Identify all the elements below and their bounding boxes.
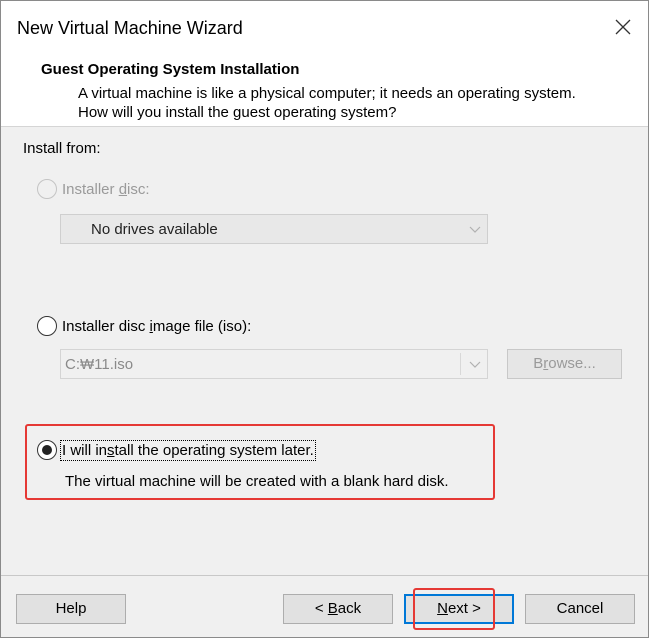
installer-disc-radio[interactable] bbox=[37, 179, 57, 199]
title-bar: New Virtual Machine Wizard bbox=[1, 1, 648, 55]
back-button[interactable]: < Back bbox=[283, 594, 393, 624]
browse-button[interactable]: Browse... bbox=[507, 349, 622, 379]
drive-select-value: No drives available bbox=[91, 221, 218, 238]
chevron-down-icon bbox=[469, 226, 481, 233]
next-highlight-box bbox=[413, 588, 495, 630]
wizard-body: Install from: Installer disc: No drives … bbox=[1, 128, 648, 637]
page-title: Guest Operating System Installation bbox=[41, 61, 300, 78]
iso-label: Installer disc image file (iso): bbox=[62, 317, 252, 335]
iso-path-value: C:₩11.iso bbox=[65, 356, 134, 373]
install-from-label: Install from: bbox=[23, 140, 101, 157]
page-description: A virtual machine is like a physical com… bbox=[78, 85, 576, 121]
footer-divider bbox=[1, 575, 648, 576]
installer-disc-label: Installer disc: bbox=[62, 180, 150, 198]
combo-separator bbox=[460, 353, 461, 375]
help-button[interactable]: Help bbox=[16, 594, 126, 624]
iso-path-combo[interactable]: C:₩11.iso bbox=[60, 349, 488, 379]
close-icon[interactable] bbox=[614, 18, 632, 36]
wizard-header: Guest Operating System Installation A vi… bbox=[1, 55, 648, 127]
highlight-box bbox=[25, 424, 495, 500]
installer-disc-option[interactable]: Installer disc: bbox=[37, 179, 150, 199]
iso-option[interactable]: Installer disc image file (iso): bbox=[37, 316, 251, 336]
drive-select[interactable]: No drives available bbox=[60, 214, 488, 244]
wizard-window: New Virtual Machine Wizard Guest Operati… bbox=[0, 0, 649, 638]
chevron-down-icon[interactable] bbox=[469, 359, 481, 369]
cancel-button[interactable]: Cancel bbox=[525, 594, 635, 624]
window-title: New Virtual Machine Wizard bbox=[17, 18, 243, 38]
iso-radio[interactable] bbox=[37, 316, 57, 336]
